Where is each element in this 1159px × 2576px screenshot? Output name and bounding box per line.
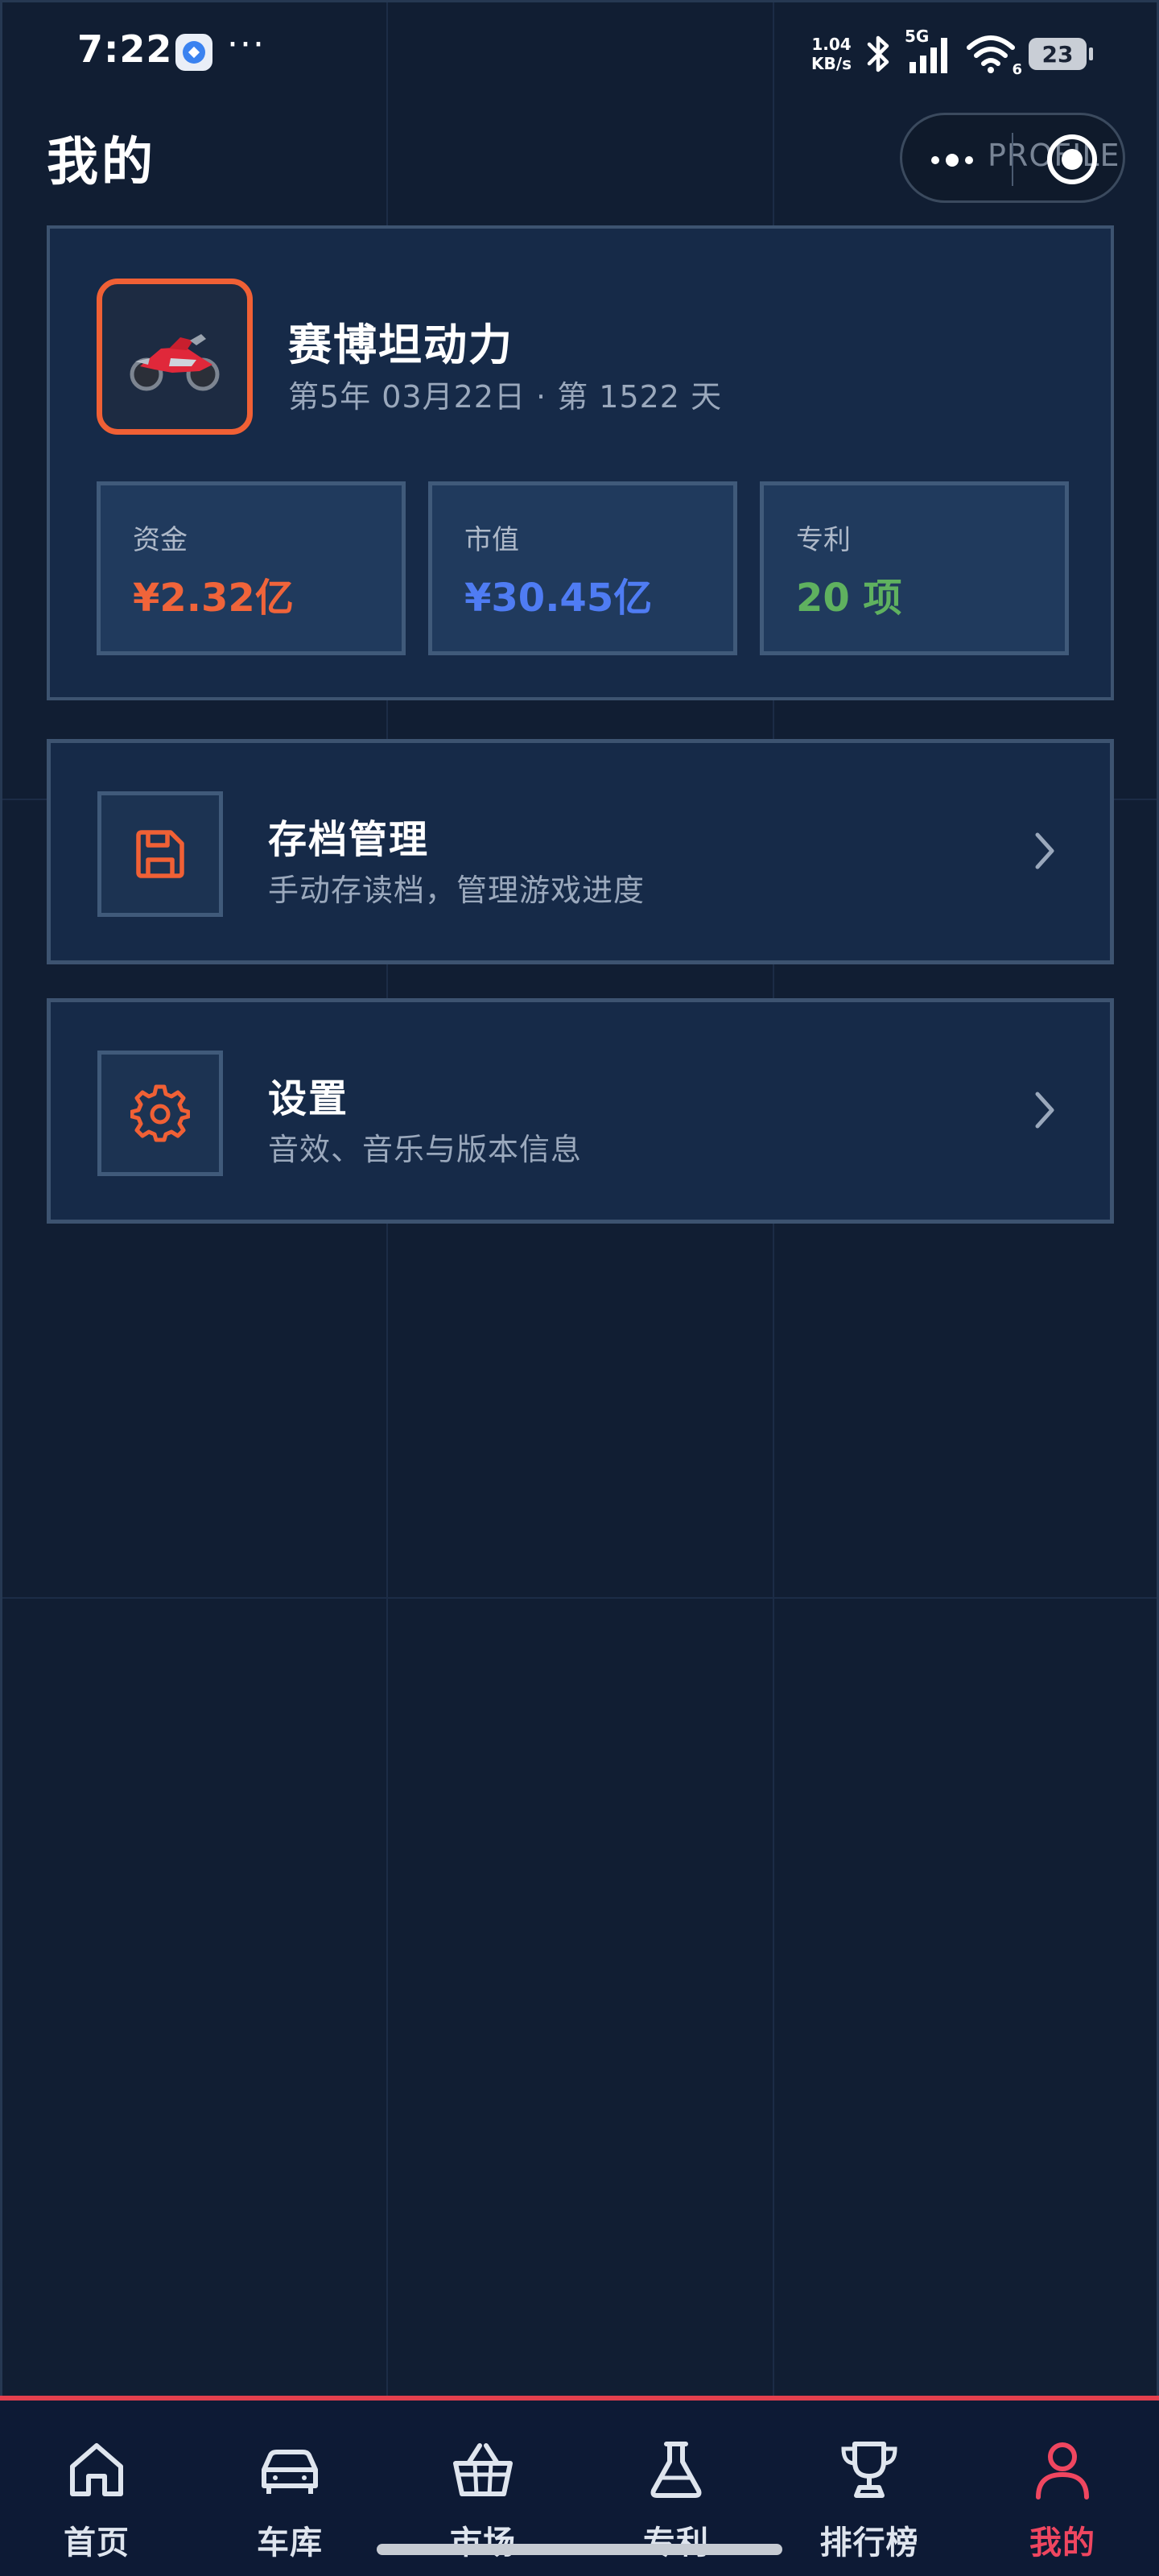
- stat-label: 专利: [796, 524, 851, 556]
- wifi-level: 6: [1012, 61, 1022, 78]
- stat-value: ¥2.32亿: [133, 576, 294, 621]
- tab-label: 首页: [64, 2524, 130, 2562]
- mini-program-capsule[interactable]: PROFILE: [900, 113, 1125, 203]
- basket-icon: [453, 2443, 513, 2496]
- tab-home[interactable]: 首页: [0, 2438, 193, 2566]
- browser-app-icon: [175, 34, 212, 71]
- bluetooth-icon: [863, 33, 895, 75]
- page-title: 我的: [47, 133, 156, 192]
- save-icon: [136, 830, 184, 878]
- stat-funds: 资金 ¥2.32亿: [97, 481, 406, 655]
- capsule-divider: [1012, 133, 1013, 186]
- net-speed: 1.04 KB/s: [811, 35, 852, 73]
- close-mini-program-icon[interactable]: [1047, 134, 1097, 184]
- wifi-icon: 6: [964, 33, 1022, 78]
- home-indicator[interactable]: [377, 2544, 782, 2555]
- tab-profile[interactable]: 我的: [966, 2438, 1159, 2566]
- chevron-right-icon: [1035, 1092, 1054, 1129]
- motorcycle-icon: [130, 334, 220, 391]
- game-date: 第5年 03月22日 · 第 1522 天: [288, 379, 723, 415]
- menu-subtitle: 手动存读档，管理游戏进度: [268, 873, 645, 908]
- cellular-signal-icon: 5G: [905, 27, 953, 76]
- company-avatar[interactable]: [97, 279, 253, 435]
- status-time: 7:22: [77, 27, 173, 71]
- stat-label: 市值: [464, 524, 519, 556]
- company-name: 赛博坦动力: [288, 320, 514, 370]
- menu-title: 存档管理: [268, 817, 430, 862]
- save-icon-box: [97, 791, 223, 917]
- net-speed-value: 1.04: [811, 35, 852, 54]
- status-more-icon: ···: [227, 24, 266, 65]
- tab-garage[interactable]: 车库: [193, 2438, 386, 2566]
- gear-icon-box: [97, 1051, 223, 1176]
- menu-title: 设置: [268, 1076, 349, 1121]
- stat-market-cap: 市值 ¥30.45亿: [428, 481, 737, 655]
- user-icon: [1036, 2442, 1089, 2500]
- battery-indicator: 23: [1029, 38, 1093, 70]
- tab-label: 市场: [450, 2524, 516, 2562]
- profile-card: 赛博坦动力 第5年 03月22日 · 第 1522 天 资金 ¥2.32亿 市值…: [47, 225, 1114, 700]
- menu-subtitle: 音效、音乐与版本信息: [268, 1132, 583, 1167]
- tab-label: 车库: [257, 2524, 323, 2562]
- tab-label: 专利: [643, 2524, 709, 2562]
- status-indicators: 1.04 KB/s 5G 6 23: [811, 26, 1093, 82]
- network-type: 5G: [905, 27, 930, 46]
- stat-value: ¥30.45亿: [464, 576, 653, 621]
- stat-value: 20 项: [796, 576, 902, 621]
- tab-leaderboard[interactable]: 排行榜: [773, 2438, 966, 2566]
- chevron-right-icon: [1035, 832, 1054, 869]
- stat-patents: 专利 20 项: [760, 481, 1069, 655]
- status-bar: 7:22 ··· 1.04 KB/s 5G 6 23: [0, 0, 1159, 105]
- menu-item-save-management[interactable]: 存档管理 手动存读档，管理游戏进度: [47, 739, 1114, 964]
- tab-label: 排行榜: [819, 2524, 919, 2562]
- gear-icon: [130, 1084, 190, 1142]
- menu-item-settings[interactable]: 设置 音效、音乐与版本信息: [47, 998, 1114, 1224]
- car-icon: [262, 2450, 318, 2494]
- flask-icon: [650, 2442, 702, 2498]
- net-speed-unit: KB/s: [811, 54, 852, 73]
- trophy-icon: [841, 2442, 897, 2498]
- home-icon: [70, 2443, 123, 2496]
- tab-label: 我的: [1029, 2524, 1095, 2562]
- stat-label: 资金: [133, 524, 188, 556]
- more-options-icon[interactable]: [931, 146, 996, 175]
